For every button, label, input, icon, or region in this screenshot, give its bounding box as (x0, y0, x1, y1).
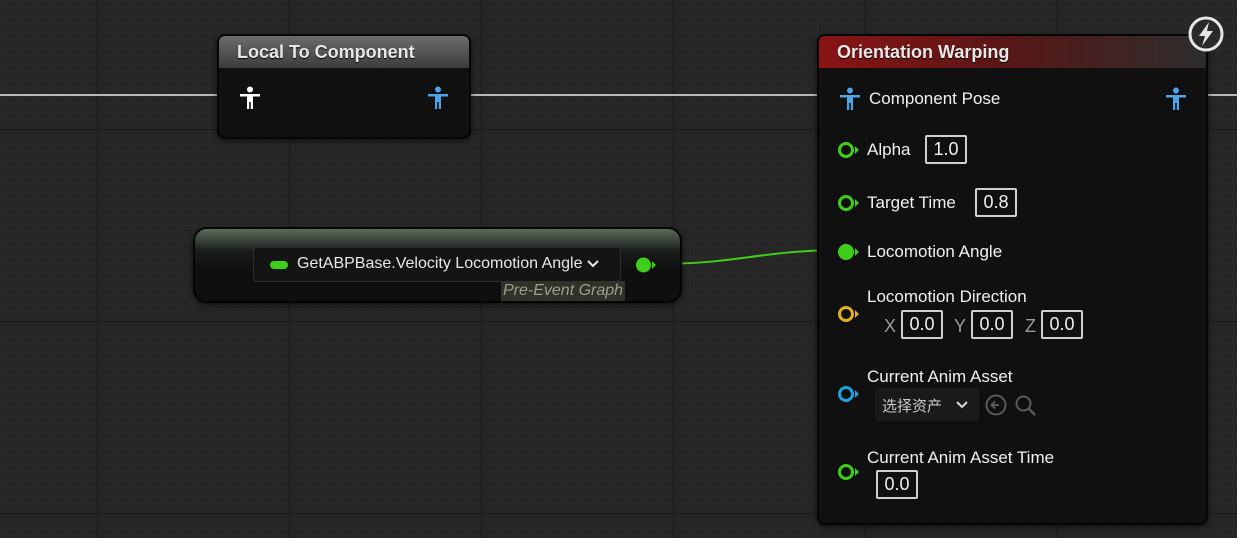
node-title: Orientation Warping (837, 42, 1010, 62)
z-input[interactable]: 0.0 (1041, 310, 1083, 339)
use-selected-asset-icon[interactable] (985, 394, 1007, 416)
asset-time-input[interactable]: 0.0 (876, 470, 918, 499)
target-time-label: Target Time (867, 193, 956, 212)
float-output-pin-icon[interactable] (635, 256, 657, 274)
node-header: Local To Component (219, 36, 469, 68)
local-to-component-node[interactable]: Local To Component (217, 34, 471, 139)
pose-input-pin-icon[interactable] (239, 86, 261, 110)
locomotion-angle-pin-icon[interactable] (837, 243, 861, 261)
z-axis-label: Z (1025, 316, 1036, 336)
float-type-icon (270, 261, 288, 269)
alpha-pin-icon[interactable] (837, 141, 861, 159)
browse-asset-search-icon[interactable] (1014, 394, 1038, 418)
getter-label: GetABPBase.Velocity Locomotion Angle (297, 255, 583, 272)
x-axis-label: X (884, 316, 897, 336)
node-header: Orientation Warping (819, 36, 1206, 68)
target-time-pin-icon[interactable] (837, 194, 861, 212)
asset-picker-label: 选择资产 (882, 398, 943, 415)
locomotion-direction-label: Locomotion Direction (867, 287, 1027, 306)
chevron-down-icon (956, 401, 968, 409)
alpha-input[interactable]: 1.0 (925, 135, 967, 164)
locomotion-direction-pin-icon[interactable] (837, 305, 861, 323)
fast-path-lightning-icon[interactable] (1188, 16, 1224, 52)
x-input[interactable]: 0.0 (901, 310, 943, 339)
chevron-down-icon (587, 260, 599, 268)
current-anim-asset-time-label: Current Anim Asset Time (867, 448, 1055, 467)
variable-getter-node[interactable]: GetABPBase.Velocity Locomotion Angle Pre… (193, 227, 682, 303)
orientation-warping-node[interactable]: Orientation Warping Component Pose Alpha… (817, 34, 1208, 525)
getter-dropdown[interactable]: GetABPBase.Velocity Locomotion Angle (253, 247, 621, 282)
pose-output-pin-icon[interactable] (427, 86, 449, 110)
asset-picker-dropdown[interactable]: 选择资产 (875, 388, 979, 421)
pose-output-pin-icon[interactable] (1165, 87, 1187, 111)
current-anim-asset-pin-icon[interactable] (837, 385, 861, 403)
alpha-label: Alpha (867, 140, 911, 159)
current-anim-asset-time-pin-icon[interactable] (837, 463, 861, 481)
node-title: Local To Component (237, 42, 415, 62)
locomotion-angle-label: Locomotion Angle (867, 242, 1003, 261)
y-input[interactable]: 0.0 (971, 310, 1013, 339)
current-anim-asset-label: Current Anim Asset (867, 367, 1013, 386)
getter-context-label: Pre-Event Graph (501, 281, 626, 301)
y-axis-label: Y (954, 316, 967, 336)
component-pose-label: Component Pose (869, 89, 1001, 108)
target-time-input[interactable]: 0.8 (975, 188, 1017, 217)
pose-input-pin-icon[interactable] (839, 87, 861, 111)
